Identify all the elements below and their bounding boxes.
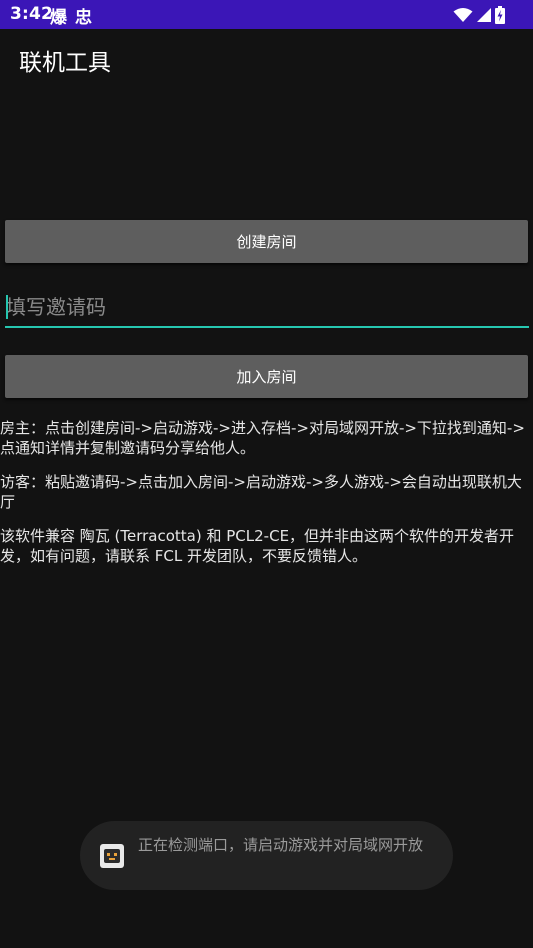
create-room-button[interactable]: 创建房间 — [5, 220, 528, 263]
guest-instructions: 访客：粘贴邀请码->点击加入房间->启动游戏->多人游戏->会自动出现联机大厅 — [0, 473, 522, 511]
app-icon — [100, 844, 124, 868]
compatibility-note: 该软件兼容 陶瓦 (Terracotta) 和 PCL2-CE，但并非由这两个软… — [0, 527, 515, 565]
host-instructions: 房主：点击创建房间->启动游戏->进入存档->对局域网开放->下拉找到通知->点… — [0, 419, 525, 457]
battery-icon — [495, 6, 505, 24]
notification-icon: 爆 — [50, 8, 67, 28]
toast: 正在检测端口，请启动游戏并对局域网开放 — [80, 821, 453, 890]
invite-code-input[interactable] — [5, 288, 529, 328]
text-caret — [6, 295, 8, 319]
status-bar: 3:42 爆 忠 — [0, 0, 533, 29]
notification-icon: 忠 — [75, 8, 92, 28]
invite-code-field — [5, 288, 529, 328]
wifi-icon — [453, 8, 473, 22]
join-room-button[interactable]: 加入房间 — [5, 355, 528, 398]
status-icons — [453, 5, 505, 25]
status-time: 3:42 — [10, 4, 54, 24]
toast-message: 正在检测端口，请启动游戏并对局域网开放 — [138, 836, 424, 854]
signal-icon — [477, 8, 491, 22]
app-title: 联机工具 — [19, 50, 111, 76]
